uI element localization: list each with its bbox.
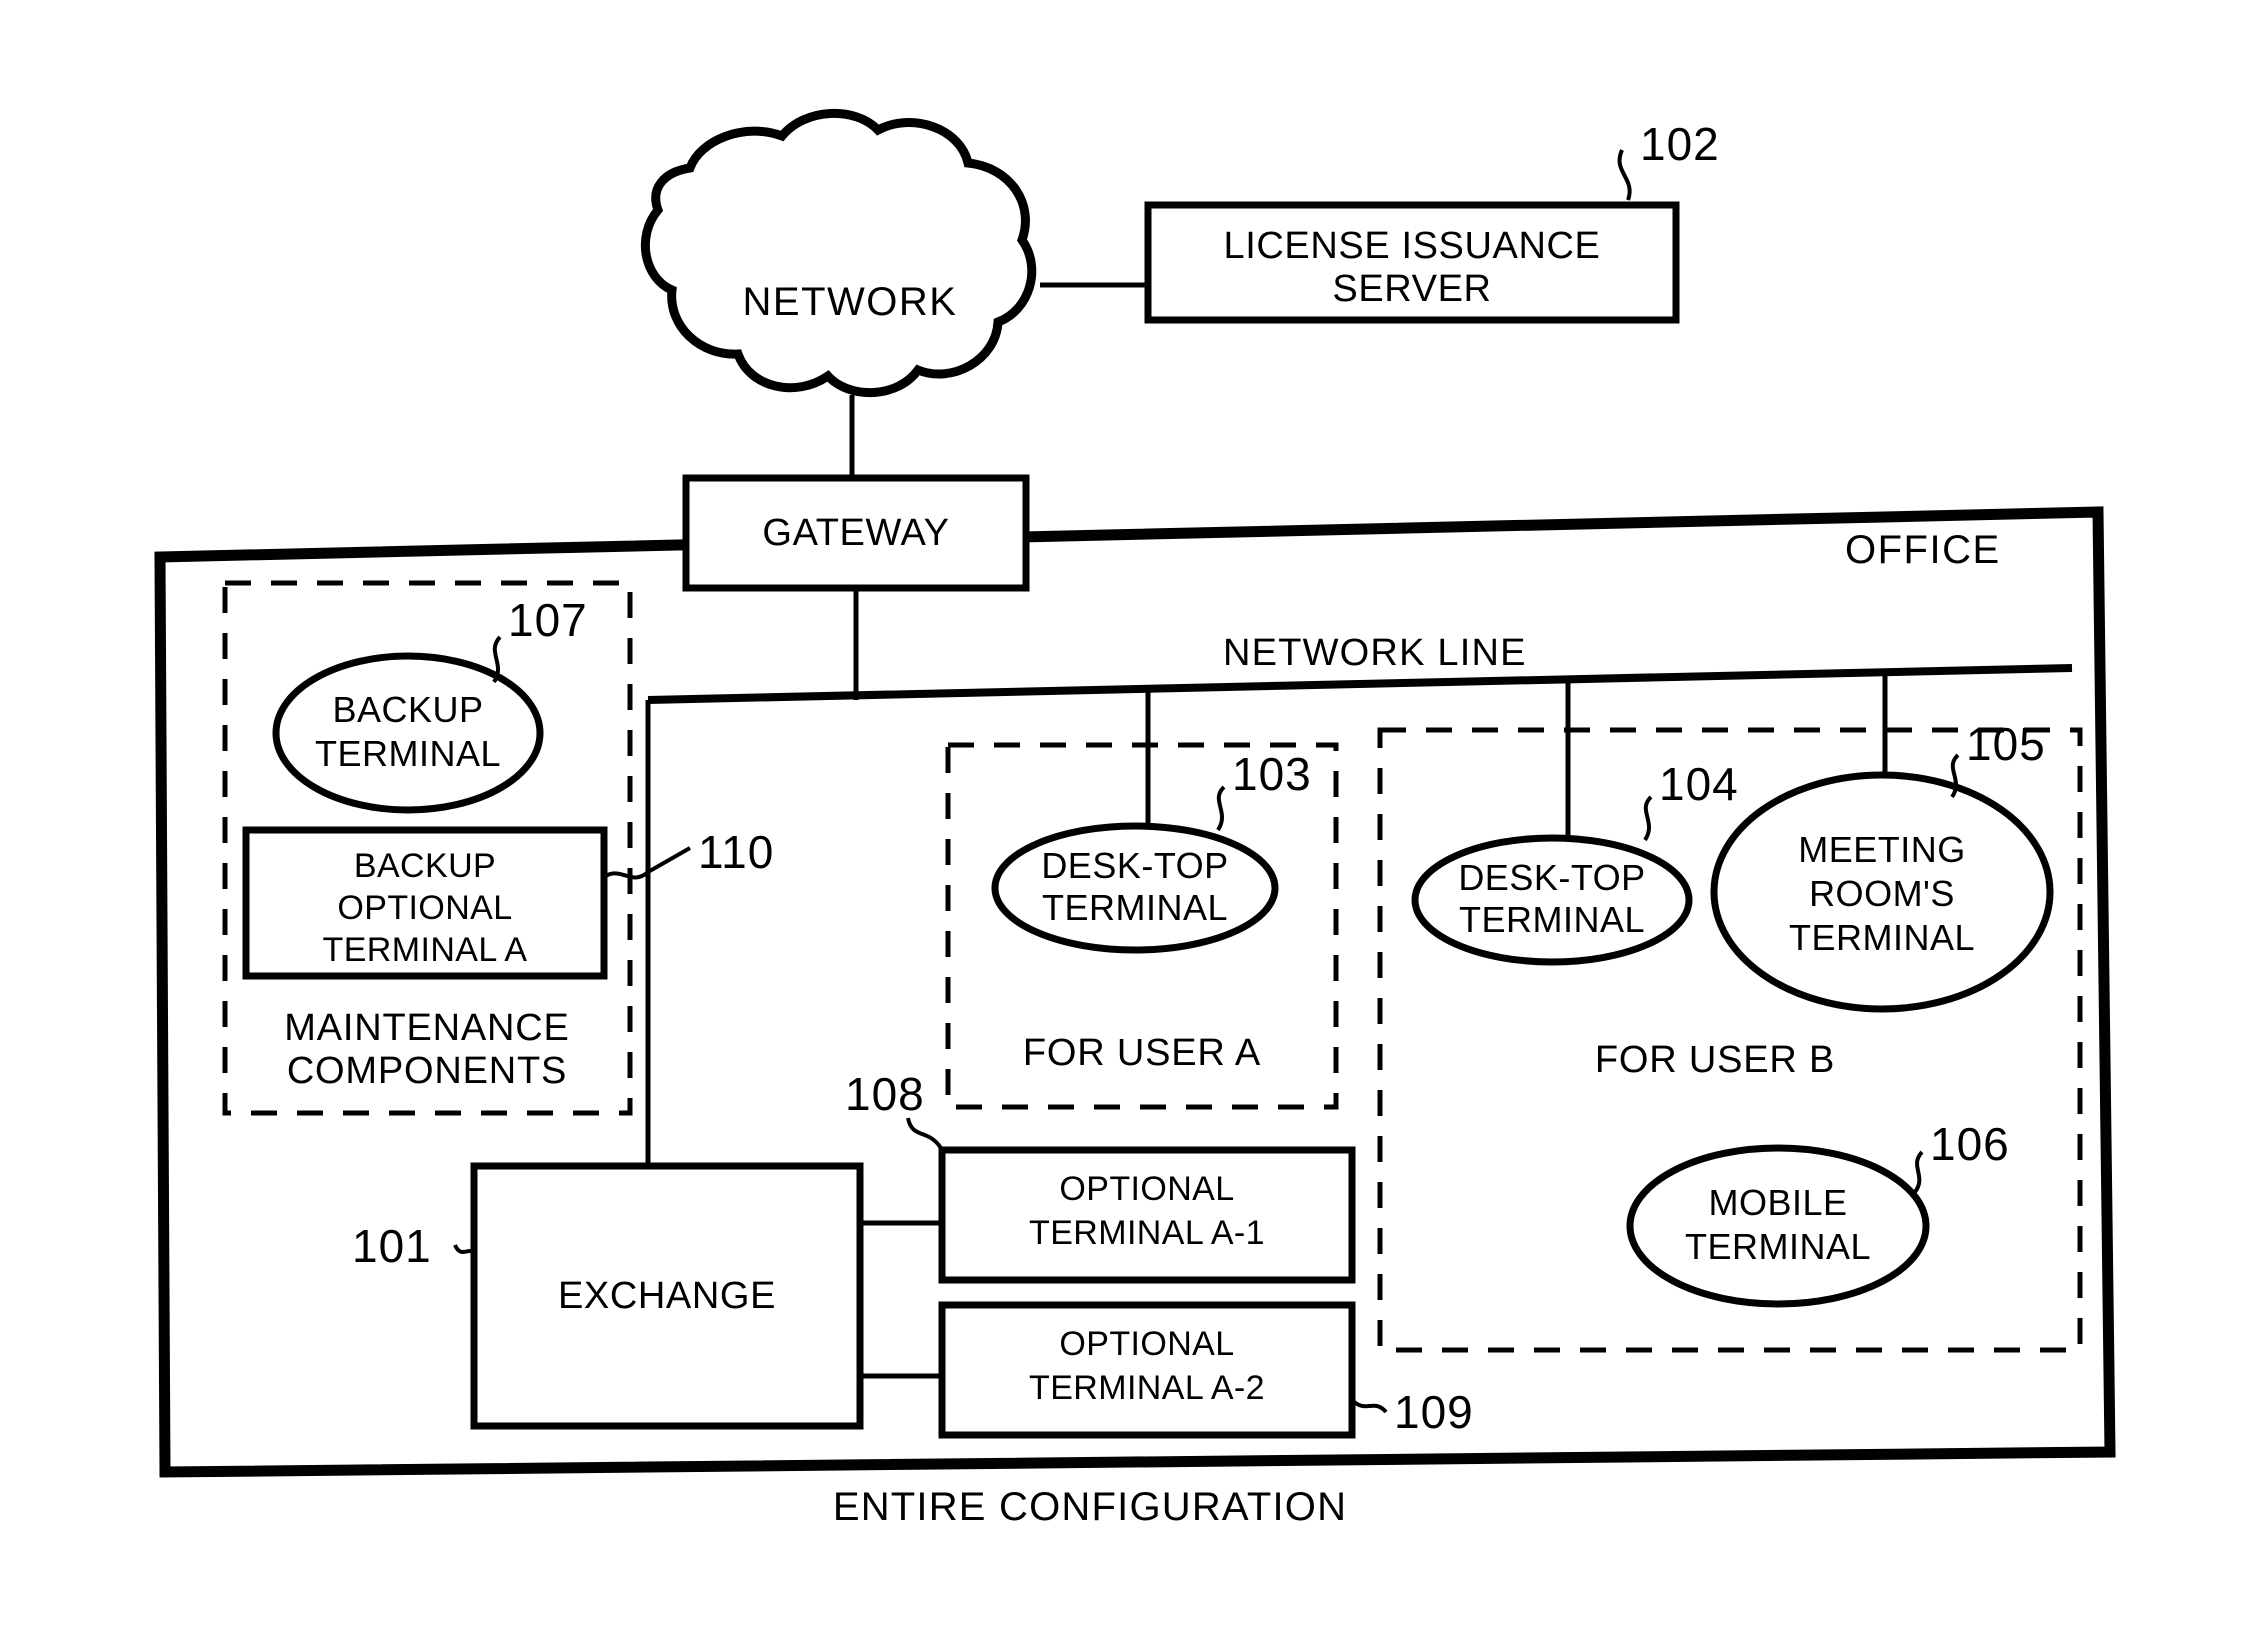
maintenance-components-label-2: COMPONENTS xyxy=(287,1050,567,1092)
optional-terminal-a1-label-2: TERMINAL A-1 xyxy=(1029,1214,1265,1252)
ref-label-105: 105 xyxy=(1966,718,2046,770)
user-b-label: FOR USER B xyxy=(1595,1039,1835,1081)
optional-terminal-a2-node: OPTIONAL TERMINAL A-2 xyxy=(938,1301,1356,1439)
ref-leader-109 xyxy=(1350,1398,1388,1414)
ref-label-102: 102 xyxy=(1640,118,1720,170)
ref-leader-108 xyxy=(906,1117,944,1152)
ref-label-107: 107 xyxy=(508,594,588,646)
ref-label-103: 103 xyxy=(1232,748,1312,800)
network-configuration-diagram: NETWORK LICENSE ISSUANCE SERVER 102 GATE… xyxy=(154,108,2116,1529)
desktop-terminal-b-node: DESK-TOP TERMINAL xyxy=(1411,834,1693,966)
network-cloud-label: NETWORK xyxy=(743,280,958,324)
ref-label-109: 109 xyxy=(1394,1386,1474,1438)
ref-label-106: 106 xyxy=(1930,1118,2010,1170)
desktop-terminal-a-label-2: TERMINAL xyxy=(1042,887,1228,928)
network-line-label: NETWORK LINE xyxy=(1223,632,1527,674)
ref-leader-103 xyxy=(1216,785,1226,832)
ref-leader-106 xyxy=(1913,1150,1924,1194)
backup-terminal-node: BACKUP TERMINAL xyxy=(272,652,544,814)
license-issuance-server-label-1: LICENSE ISSUANCE xyxy=(1223,225,1600,267)
exchange-label: EXCHANGE xyxy=(558,1275,776,1317)
network-cloud: NETWORK xyxy=(640,108,1037,398)
ref-label-101: 101 xyxy=(352,1220,432,1272)
mobile-terminal-label-2: TERMINAL xyxy=(1685,1226,1871,1267)
desktop-terminal-a-label-1: DESK-TOP xyxy=(1041,845,1228,886)
optional-terminal-a1-node: OPTIONAL TERMINAL A-1 xyxy=(938,1146,1356,1284)
meeting-room-terminal-node: MEETING ROOM'S TERMINAL xyxy=(1710,771,2054,1013)
optional-terminal-a2-label-2: TERMINAL A-2 xyxy=(1029,1369,1265,1407)
backup-optional-terminal-a-node: BACKUP OPTIONAL TERMINAL A xyxy=(242,826,608,980)
patent-figure: NETWORK LICENSE ISSUANCE SERVER 102 GATE… xyxy=(0,0,2242,1643)
backup-terminal-label-2: TERMINAL xyxy=(315,733,501,774)
network-line-bus: NETWORK LINE xyxy=(647,632,2073,704)
office-label: OFFICE xyxy=(1845,528,2001,572)
ref-label-110: 110 xyxy=(698,826,774,878)
backup-terminal-label-1: BACKUP xyxy=(332,689,483,730)
optional-terminal-a2-label-1: OPTIONAL xyxy=(1059,1325,1234,1363)
desktop-terminal-b-label-2: TERMINAL xyxy=(1459,899,1645,940)
mobile-terminal-label-1: MOBILE xyxy=(1708,1182,1847,1223)
backup-optional-terminal-a-label-1: BACKUP xyxy=(354,847,496,885)
backup-optional-terminal-a-label-3: TERMINAL A xyxy=(323,931,528,969)
meeting-room-terminal-label-3: TERMINAL xyxy=(1789,917,1975,958)
desktop-terminal-b-label-1: DESK-TOP xyxy=(1458,857,1645,898)
ref-leader-102 xyxy=(1617,149,1632,201)
desktop-terminal-a-node: DESK-TOP TERMINAL xyxy=(991,822,1279,954)
maintenance-components-label-1: MAINTENANCE xyxy=(284,1007,569,1049)
ref-leader-104 xyxy=(1643,795,1653,842)
backup-optional-terminal-a-label-2: OPTIONAL xyxy=(337,889,512,927)
meeting-room-terminal-label-2: ROOM'S xyxy=(1809,873,1955,914)
user-a-label: FOR USER A xyxy=(1023,1032,1261,1074)
gateway-label: GATEWAY xyxy=(762,512,949,554)
meeting-room-terminal-label-1: MEETING xyxy=(1798,829,1966,870)
license-issuance-server-node: LICENSE ISSUANCE SERVER xyxy=(1144,201,1680,324)
optional-terminal-a1-label-1: OPTIONAL xyxy=(1059,1170,1234,1208)
mobile-terminal-node: MOBILE TERMINAL xyxy=(1626,1144,1930,1308)
ref-label-108: 108 xyxy=(845,1068,925,1120)
figure-caption: ENTIRE CONFIGURATION xyxy=(833,1485,1347,1529)
exchange-node: EXCHANGE xyxy=(470,1162,864,1430)
ref-leader-110 xyxy=(598,846,691,882)
license-issuance-server-label-2: SERVER xyxy=(1332,268,1491,310)
ref-label-104: 104 xyxy=(1659,758,1739,810)
gateway-node: GATEWAY xyxy=(682,474,1030,592)
